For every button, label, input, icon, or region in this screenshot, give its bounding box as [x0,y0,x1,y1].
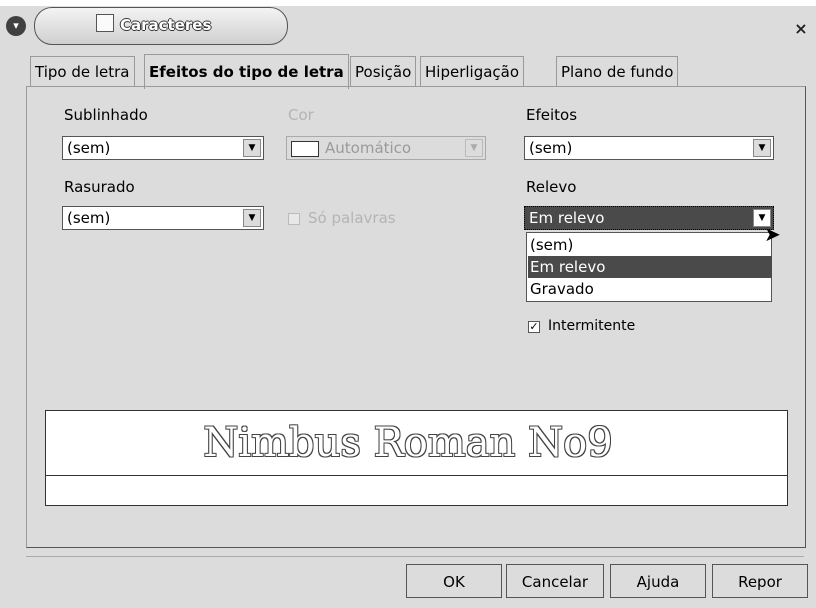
cor-value: Automático [325,139,412,157]
relevo-value: Em relevo [529,209,605,227]
rasurado-value: (sem) [67,209,111,227]
document-icon [96,14,114,32]
rasurado-label: Rasurado [64,178,135,196]
mouse-cursor-icon: ➤ [764,222,781,246]
relevo-option-gravado[interactable]: Gravado [528,278,772,300]
tab-plano-de-fundo[interactable]: Plano de fundo [556,56,679,87]
intermitente-label: Intermitente [548,318,636,334]
color-swatch [291,141,319,157]
intermitente-checkbox[interactable]: ✓ [528,321,540,333]
tab-tipo-de-letra[interactable]: Tipo de letra [30,56,135,87]
relevo-select[interactable]: Em relevo ▼ [524,206,774,230]
efeitos-value: (sem) [529,139,573,157]
tab-hiperligacao[interactable]: Hiperligação [420,56,525,87]
chevron-down-icon: ▾ [13,19,19,32]
chevron-down-icon[interactable]: ▼ [753,139,771,157]
repor-button[interactable]: Repor [712,564,808,598]
button-separator [26,556,804,557]
relevo-label: Relevo [526,178,577,196]
chevron-down-icon[interactable]: ▼ [465,139,483,157]
ajuda-button[interactable]: Ajuda [610,564,706,598]
sublinhado-label: Sublinhado [64,106,148,124]
tab-posicao[interactable]: Posição [350,56,417,87]
cor-label: Cor [288,106,314,124]
cancelar-button[interactable]: Cancelar [506,564,604,598]
chevron-down-icon[interactable]: ▼ [243,209,261,227]
close-icon[interactable]: × [792,20,810,38]
so-palavras-checkbox[interactable] [288,213,300,225]
window-title: Caracteres [120,16,212,34]
sublinhado-value: (sem) [67,139,111,157]
cor-select[interactable]: Automático ▼ [286,136,486,160]
ok-button[interactable]: OK [406,564,502,598]
chevron-down-icon[interactable]: ▼ [243,139,261,157]
sublinhado-select[interactable]: (sem) ▼ [62,136,264,160]
tab-efeitos[interactable]: Efeitos do tipo de letra [144,54,349,89]
relevo-dropdown-list: (sem) Em relevo Gravado [526,232,772,302]
efeitos-label: Efeitos [526,106,578,124]
preview-baseline [46,475,787,476]
relevo-option-sem[interactable]: (sem) [528,234,772,256]
preview-text: Nimbus Roman No9 [203,420,613,466]
window-menu-button[interactable]: ▾ [6,16,26,36]
rasurado-select[interactable]: (sem) ▼ [62,206,264,230]
so-palavras-label: Só palavras [308,209,396,227]
relevo-option-em-relevo[interactable]: Em relevo [528,256,772,278]
efeitos-select[interactable]: (sem) ▼ [524,136,774,160]
